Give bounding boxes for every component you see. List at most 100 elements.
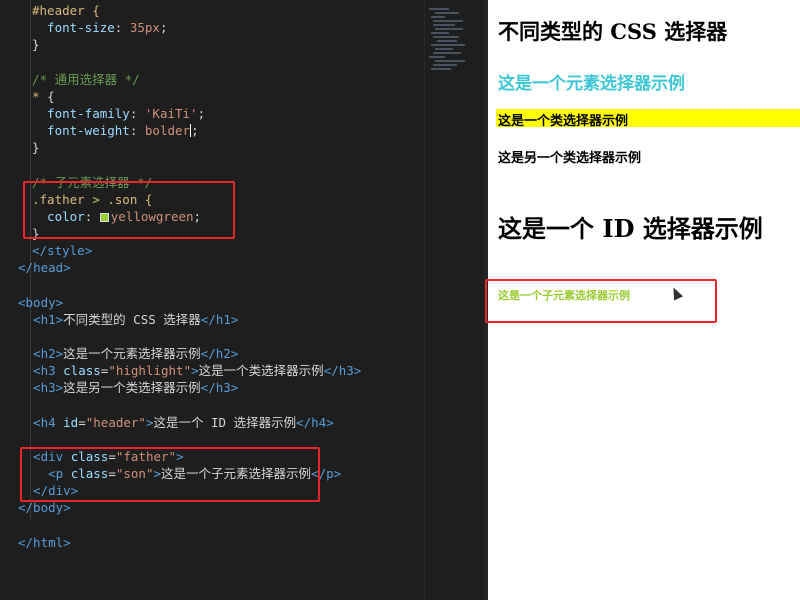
code-editor[interactable]: #header { font-size: 35px;} /* 通用选择器 */* … [0, 0, 488, 600]
code-token: /* 通用选择器 */ [32, 71, 140, 87]
code-token: <body> [18, 294, 64, 310]
code-line[interactable]: * { [32, 88, 55, 105]
code-token: font-weight [32, 123, 130, 139]
minimap-line [431, 32, 449, 34]
preview-h3-highlight: 这是一个类选择器示例 [496, 109, 800, 129]
code-line[interactable]: </body> [18, 499, 71, 516]
minimap-line [429, 8, 449, 10]
code-token: head [33, 260, 64, 276]
minimap-line [437, 40, 457, 42]
code-token: > [176, 448, 184, 464]
code-line[interactable]: font-weight: bolder; [32, 122, 199, 139]
code-line[interactable]: #header { [32, 2, 100, 19]
preview-child-paragraph: 这是一个子元素选择器示例 [498, 289, 630, 302]
code-token: <h3 [18, 363, 64, 379]
code-token: <h4 [18, 414, 64, 430]
code-line[interactable]: <h3 class="highlight">这是一个类选择器示例</h3> [18, 362, 361, 379]
code-token: * [32, 88, 48, 104]
code-token: yellowgreen [110, 208, 194, 224]
code-token: class [70, 448, 109, 464]
code-line[interactable]: } [32, 225, 40, 242]
mouse-pointer-icon [668, 285, 684, 301]
code-token: > [153, 466, 162, 482]
code-token: : [129, 123, 145, 139]
code-token: /* 子元素选择器 */ [32, 174, 153, 190]
minimap-line [431, 44, 465, 46]
code-token: </h3> [323, 363, 362, 379]
code-token: > [63, 260, 71, 276]
color-swatch-icon[interactable] [99, 212, 109, 222]
code-line[interactable]: <h4 id="header">这是一个 ID 选择器示例</h4> [18, 414, 334, 431]
code-line[interactable]: </html> [18, 534, 71, 551]
preview-h3-plain: 这是另一个类选择器示例 [498, 151, 642, 166]
code-line[interactable]: } [32, 139, 40, 156]
code-token: <div [18, 448, 71, 464]
code-token: </div> [18, 483, 79, 499]
code-token: "header" [85, 414, 146, 430]
code-token: 这是一个类选择器示例 [198, 363, 324, 379]
code-token: "father" [115, 448, 177, 464]
code-token: </ [32, 243, 48, 259]
code-token: <p [18, 466, 71, 482]
code-token: <h1> [18, 311, 64, 327]
code-line[interactable]: </div> [18, 482, 78, 499]
code-line[interactable]: font-family: 'KaiTi'; [32, 105, 205, 122]
preview-h1-heading: 不同类型的 CSS 选择器 [498, 19, 728, 44]
minimap-line [433, 20, 463, 22]
code-token: class [70, 466, 109, 482]
code-token: ; [193, 208, 202, 224]
code-token: <h3> [18, 380, 64, 396]
code-token: id [63, 414, 79, 430]
code-token: ; [191, 123, 199, 139]
code-line[interactable]: } [32, 36, 40, 53]
code-line[interactable]: <body> [18, 294, 63, 311]
code-token: </h1> [200, 311, 239, 327]
code-token: </body> [18, 500, 71, 516]
code-token: <h2> [18, 346, 64, 361]
code-line[interactable]: /* 通用选择器 */ [32, 71, 140, 88]
code-token: } [32, 225, 40, 241]
code-line[interactable]: <div class="father"> [18, 448, 184, 465]
code-token: = [108, 466, 116, 482]
preview-h2-element-example: 这是一个元素选择器示例 [498, 74, 685, 94]
minimap-line [435, 12, 459, 14]
code-line[interactable]: <h3>这是另一个类选择器示例</h3> [18, 379, 238, 396]
code-line[interactable]: <h1>不同类型的 CSS 选择器</h1> [18, 311, 238, 328]
code-token: : [114, 20, 130, 36]
minimap-line [433, 64, 457, 66]
minimap-line [433, 52, 461, 54]
preview-h3-highlight-text: 这是一个类选择器示例 [498, 114, 629, 129]
code-token: #header { [32, 3, 100, 18]
code-token: } [32, 140, 40, 156]
code-token: > [191, 363, 199, 379]
code-token: ; [197, 105, 206, 121]
code-line[interactable]: <p class="son">这是一个子元素选择器示例</p> [18, 465, 341, 482]
code-line[interactable]: .father > .son { [32, 191, 152, 208]
code-token: = [78, 414, 86, 430]
minimap-line [429, 56, 445, 58]
code-line[interactable]: <h2>这是一个元素选择器示例</h2> [18, 345, 238, 362]
code-token: > [84, 243, 93, 259]
code-token: : [129, 105, 145, 121]
code-token: 35px [129, 20, 160, 36]
minimap-line [433, 36, 459, 38]
code-line[interactable]: </style> [32, 242, 92, 259]
code-token: bolder [144, 123, 191, 139]
code-token: </h2> [200, 346, 239, 361]
code-token: 这是一个元素选择器示例 [63, 346, 201, 361]
preview-h4-id-example: 这是一个 ID 选择器示例 [498, 214, 763, 243]
minimap-line [435, 28, 463, 30]
code-token: > [145, 414, 154, 430]
editor-gutter [0, 0, 18, 600]
code-line[interactable]: font-size: 35px; [32, 19, 168, 36]
code-line[interactable]: color: yellowgreen; [32, 208, 201, 225]
minimap-line [431, 68, 451, 70]
code-token: 'KaiTi' [144, 105, 198, 121]
code-token: </h3> [200, 380, 239, 396]
code-line[interactable]: /* 子元素选择器 */ [32, 174, 152, 191]
code-token: : [84, 208, 100, 224]
minimap[interactable] [424, 0, 488, 600]
code-token: ; [159, 20, 168, 36]
code-token: </p> [311, 466, 342, 482]
code-line[interactable]: </head> [18, 259, 71, 276]
